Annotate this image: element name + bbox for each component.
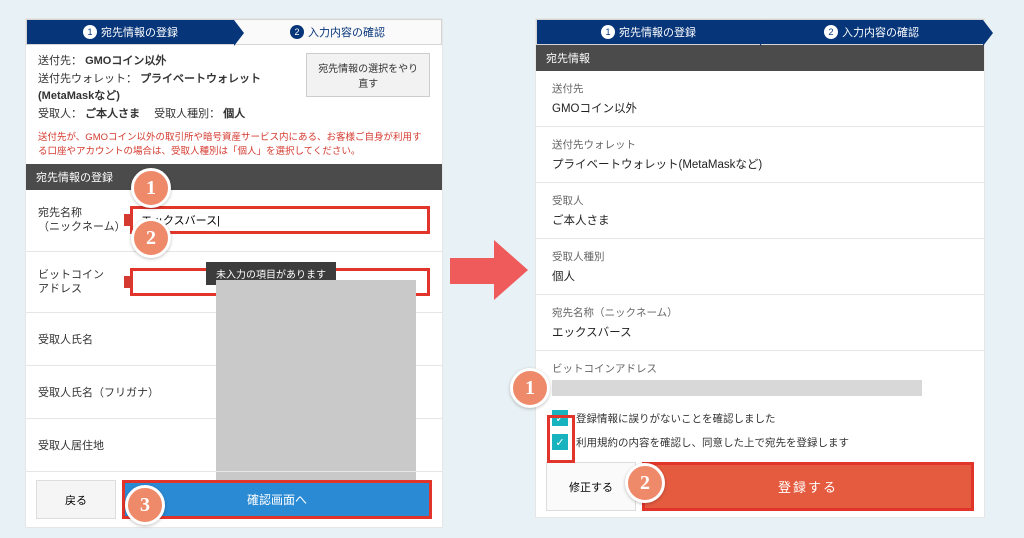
nickname-input[interactable] — [130, 206, 430, 234]
info-type-value: 個人 — [552, 268, 968, 284]
step-number-icon: 2 — [824, 25, 838, 39]
step-number-icon: 1 — [601, 25, 615, 39]
summary-dest-label: 送付先： — [38, 55, 82, 67]
info-recv-key: 受取人 — [552, 193, 968, 208]
redacted-address-bar — [552, 380, 922, 396]
info-wallet-key: 送付先ウォレット — [552, 137, 968, 152]
info-wallet-value: プライベートウォレット(MetaMaskなど) — [552, 156, 968, 172]
left-panel: 1 宛先情報の登録 2 入力内容の確認 送付先： GMOコイン以外 送付先ウォレ… — [25, 18, 443, 528]
info-type: 受取人種別 個人 — [536, 239, 984, 295]
callout-right-2: 2 — [625, 463, 665, 503]
check-2-label: 利用規約の内容を確認し、同意した上で宛先を登録します — [576, 435, 849, 450]
info-dest-value: GMOコイン以外 — [552, 100, 968, 116]
info-addr-key: ビットコインアドレス — [552, 361, 968, 376]
step-1-active: 1 宛先情報の登録 — [27, 20, 234, 44]
right-panel: 1 宛先情報の登録 2 入力内容の確認 宛先情報 送付先 GMOコイン以外 送付… — [535, 18, 985, 518]
nickname-label: 宛先名称 （ニックネーム） — [38, 206, 130, 235]
info-addr: ビットコインアドレス — [536, 351, 984, 406]
steps-right: 1 宛先情報の登録 2 入力内容の確認 — [536, 19, 984, 45]
warning-text: 送付先が、GMOコイン以外の取引所や暗号資産サービス内にある、お客様ご自身が利用… — [26, 131, 442, 164]
arrow-icon — [450, 240, 530, 300]
edit-button[interactable]: 修正する — [546, 462, 636, 511]
info-nick-key: 宛先名称（ニックネーム） — [552, 305, 968, 320]
section-bar-right: 宛先情報 — [536, 45, 984, 71]
callout-right-1: 1 — [510, 368, 550, 408]
confirm-screen-button[interactable]: 確認画面へ — [122, 480, 432, 519]
address-label: ビットコイン アドレス — [38, 268, 130, 297]
steps-left: 1 宛先情報の登録 2 入力内容の確認 — [26, 19, 442, 45]
step-1-done[interactable]: 1 宛先情報の登録 — [537, 20, 760, 44]
info-recv: 受取人 ご本人さま — [536, 183, 984, 239]
step-1-label: 宛先情報の登録 — [101, 24, 178, 40]
step-number-icon: 2 — [290, 25, 304, 39]
register-button[interactable]: 登録する — [642, 462, 974, 511]
info-nick-value: エックスバース — [552, 324, 968, 340]
required-badge-icon — [124, 276, 132, 288]
step-1-label: 宛先情報の登録 — [619, 24, 696, 40]
callout-left-3: 3 — [125, 485, 165, 525]
check-1-label: 登録情報に誤りがないことを確認しました — [576, 411, 776, 426]
reselect-button[interactable]: 宛先情報の選択をやり直す — [306, 53, 430, 97]
step-2-label: 入力内容の確認 — [308, 24, 385, 40]
summary-type-label: 受取人種別： — [143, 108, 220, 120]
section-bar-left: 宛先情報の登録 — [26, 164, 442, 190]
summary-block: 送付先： GMOコイン以外 送付先ウォレット： プライベートウォレット(Meta… — [26, 45, 442, 131]
step-2-active: 2 入力内容の確認 — [760, 20, 983, 44]
info-dest-key: 送付先 — [552, 81, 968, 96]
info-wallet: 送付先ウォレット プライベートウォレット(MetaMaskなど) — [536, 127, 984, 183]
back-button[interactable]: 戻る — [36, 480, 116, 519]
check-row-1[interactable]: ✓ 登録情報に誤りがないことを確認しました — [536, 406, 984, 430]
summary-wallet-label: 送付先ウォレット： — [38, 73, 137, 85]
info-type-key: 受取人種別 — [552, 249, 968, 264]
blurred-region — [216, 280, 416, 480]
info-dest: 送付先 GMOコイン以外 — [536, 71, 984, 127]
check-row-2[interactable]: ✓ 利用規約の内容を確認し、同意した上で宛先を登録します — [536, 430, 984, 454]
summary-lines: 送付先： GMOコイン以外 送付先ウォレット： プライベートウォレット(Meta… — [38, 53, 306, 123]
row-nickname: 宛先名称 （ニックネーム） — [26, 190, 442, 252]
summary-recv-value: ご本人さま — [85, 108, 140, 120]
required-badge-icon — [124, 214, 132, 226]
right-actions: 修正する 登録する — [536, 454, 984, 519]
callout-left-2: 2 — [131, 218, 171, 258]
summary-dest-value: GMOコイン以外 — [85, 55, 166, 67]
step-2-label: 入力内容の確認 — [842, 24, 919, 40]
step-2-inactive[interactable]: 2 入力内容の確認 — [234, 20, 441, 44]
step-number-icon: 1 — [83, 25, 97, 39]
info-nick: 宛先名称（ニックネーム） エックスバース — [536, 295, 984, 351]
summary-type-value: 個人 — [223, 108, 245, 120]
left-actions: 戻る 確認画面へ — [26, 471, 442, 527]
summary-recv-label: 受取人： — [38, 108, 82, 120]
checkbox-checked-icon[interactable]: ✓ — [552, 434, 568, 450]
checkbox-checked-icon[interactable]: ✓ — [552, 410, 568, 426]
callout-left-1: 1 — [131, 168, 171, 208]
info-recv-value: ご本人さま — [552, 212, 968, 228]
